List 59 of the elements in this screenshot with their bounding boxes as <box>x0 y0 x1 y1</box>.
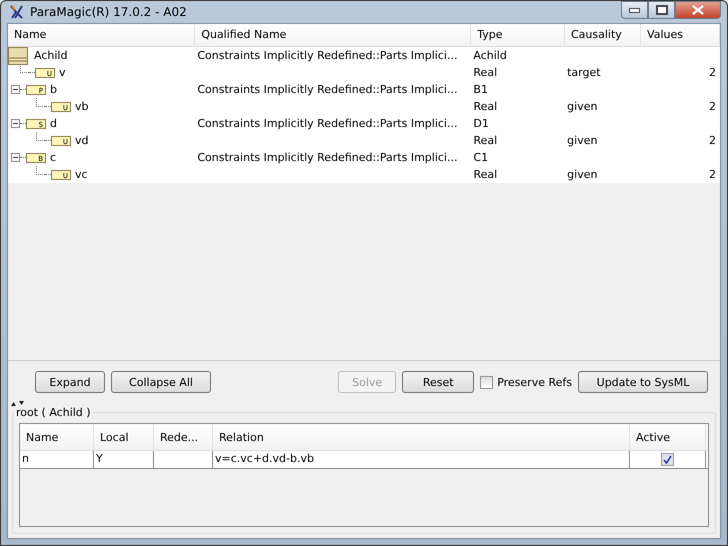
table-cell: Constraints Implicitly Redefined::Parts Implici... <box>197 49 458 62</box>
active-checkbox[interactable] <box>661 453 674 466</box>
table-cell: Y <box>96 452 103 465</box>
column-header[interactable]: Causality <box>565 24 642 46</box>
collapse-all-button[interactable]: Collapse All <box>111 371 211 393</box>
table-cell: target <box>567 66 601 79</box>
collapse-toggle[interactable] <box>11 85 20 94</box>
column-header[interactable]: Qualified Name <box>195 24 472 46</box>
collapse-toggle[interactable] <box>11 119 20 128</box>
close-icon <box>692 5 704 15</box>
column-header[interactable]: Name <box>20 424 94 450</box>
window-title: ParaMagic(R) 17.0.2 - A02 <box>30 5 187 19</box>
collapse-toggle[interactable] <box>11 153 20 162</box>
close-button[interactable] <box>675 1 721 19</box>
expand-button[interactable]: Expand <box>35 371 105 393</box>
table-cell: Real <box>473 66 498 79</box>
table-cell: given <box>567 134 598 147</box>
tree-item[interactable]: Achild <box>33 49 68 62</box>
table-cell: Constraints Implicitly Redefined::Parts Implici... <box>197 151 458 164</box>
table-cell: B1 <box>473 83 488 96</box>
table-cell: Real <box>473 100 498 113</box>
table-cell: given <box>567 168 598 181</box>
preserve-refs-checkbox[interactable]: Preserve Refs <box>480 376 572 388</box>
tree-item[interactable]: v <box>58 66 67 79</box>
tree-item[interactable]: vd <box>74 134 90 147</box>
column-header[interactable]: Name <box>8 24 196 46</box>
table-cell: Achild <box>473 49 507 62</box>
tree-item[interactable]: vc <box>74 168 89 181</box>
column-header[interactable]: Active <box>630 424 706 450</box>
table-cell: Real <box>473 134 498 147</box>
splitter-arrows-icon[interactable] <box>11 401 25 406</box>
column-header[interactable]: Rede... <box>154 424 213 450</box>
column-header[interactable]: Values <box>641 24 720 46</box>
table-cell: v=c.vc+d.vd-b.vb <box>215 452 314 465</box>
maximize-button[interactable] <box>648 1 675 19</box>
table-cell: given <box>567 100 598 113</box>
table-cell: 2 <box>709 100 716 113</box>
app-logo-icon <box>9 4 25 20</box>
column-header[interactable]: Type <box>471 24 565 46</box>
table-cell: Constraints Implicitly Redefined::Parts Implici... <box>197 83 458 96</box>
column-header[interactable]: Relation <box>213 424 630 450</box>
table-cell: n <box>22 452 29 465</box>
table-cell: 2 <box>709 134 716 147</box>
tree-item[interactable]: c <box>49 151 58 164</box>
table-cell: Real <box>473 168 498 181</box>
class-icon <box>8 46 28 64</box>
tree-item[interactable]: vb <box>74 100 90 113</box>
column-header[interactable]: Local <box>94 424 154 450</box>
update-sysml-button[interactable]: Update to SysML <box>578 371 708 393</box>
group-title: root ( Achild ) <box>15 406 92 419</box>
table-cell: C1 <box>473 151 488 164</box>
table-cell: 2 <box>709 168 716 181</box>
minimize-button[interactable] <box>621 1 648 19</box>
table-cell: 2 <box>709 66 716 79</box>
tree-item[interactable]: b <box>49 83 58 96</box>
table-cell: Constraints Implicitly Redefined::Parts Implici... <box>197 117 458 130</box>
tree-item[interactable]: d <box>49 117 58 130</box>
reset-button[interactable]: Reset <box>402 371 474 393</box>
table-cell: D1 <box>473 117 489 130</box>
